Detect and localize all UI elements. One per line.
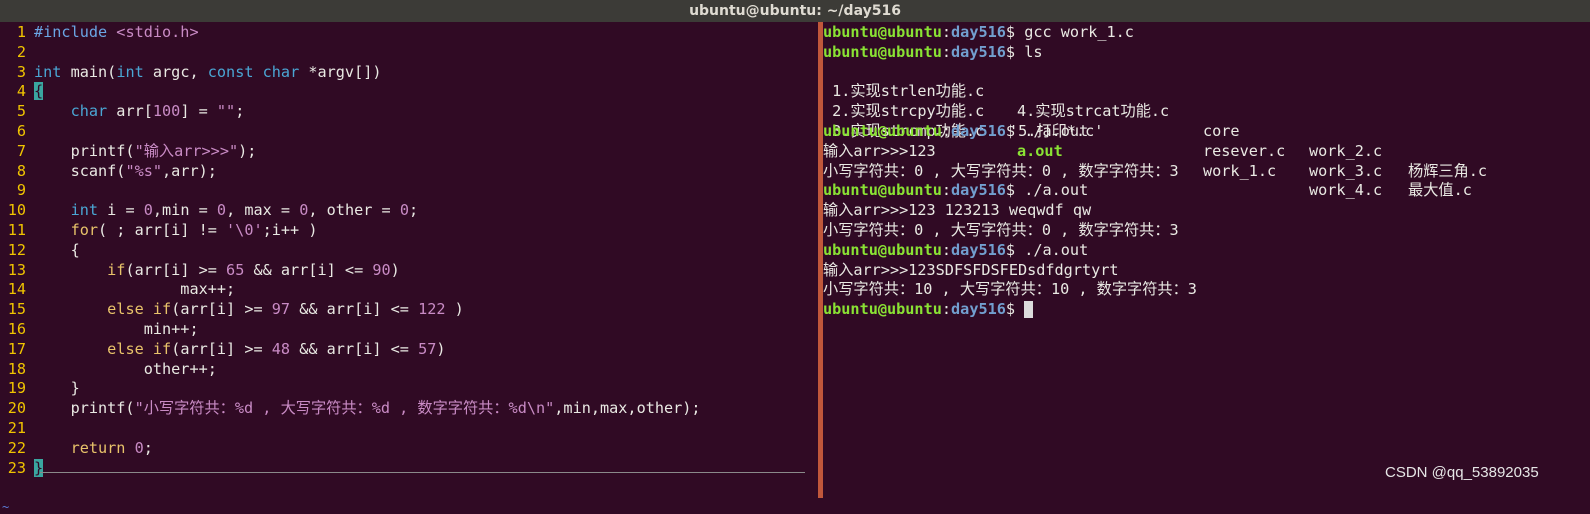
terminal-output: 输入arr>>>123 123213 weqwdf qw <box>823 201 1092 220</box>
terminal-line: ubuntu@ubuntu:day516$ ./a.out <box>823 122 1089 140</box>
line-number: 6 <box>16 122 26 140</box>
line-number: 10 <box>7 201 26 220</box>
line-number: 3 <box>16 62 26 81</box>
line-number: 14 <box>7 280 26 299</box>
terminal-output: 输入arr>>>123SDFSFDSFEDsdfdgrtyrt <box>823 260 1119 279</box>
window-title: ubuntu@ubuntu: ~/day516 <box>0 0 1590 22</box>
terminal-cursor <box>1024 301 1034 319</box>
code-line-17: 17 else if(arr[i] >= 48 && arr[i] <= 57) <box>0 340 446 360</box>
empty-buffer-tilde: ~ <box>2 500 10 514</box>
cursorline-underline <box>40 472 805 473</box>
line-number: 13 <box>7 260 26 279</box>
line-number: 18 <box>7 359 26 378</box>
terminal-pane[interactable]: ubuntu@ubuntu:day516$ gcc work_1.c ubunt… <box>823 22 1590 498</box>
terminal-output: 输入arr>>>123 <box>823 141 936 160</box>
code-line-7: 7 printf("输入arr>>>"); <box>0 141 257 162</box>
line-number: 5 <box>16 102 26 121</box>
code-line-16: 16 min++; <box>0 320 199 340</box>
matching-brace-highlight: { <box>34 82 44 101</box>
terminal-line: ubuntu@ubuntu:day516$ gcc work_1.c <box>823 23 1134 41</box>
code-line-14: 14 max++; <box>0 280 235 300</box>
line-number: 21 <box>7 419 26 437</box>
line-number: 23 <box>7 458 26 477</box>
line-number: 19 <box>7 379 26 398</box>
line-number: 11 <box>7 221 26 239</box>
terminal-output: 小写字符共：0 , 大写字符共：0 , 数字字符共：3 <box>823 161 1179 180</box>
line-number: 12 <box>7 240 26 259</box>
terminal-line: ubuntu@ubuntu:day516$ ls <box>823 42 1043 61</box>
line-number: 16 <box>7 320 26 338</box>
code-line-20: 20 printf("小写字符共：%d , 大写字符共：%d , 数字字符共：%… <box>0 399 701 419</box>
editor-cursor: } <box>34 458 44 477</box>
ls-output-row: 1.实现strlen功能.c 4.实现strcat功能.c core work_… <box>823 82 1488 180</box>
code-line-11: 11 for( ; arr[i] != '\0';i++ ) <box>0 221 318 241</box>
code-line-13: 13 if(arr[i] >= 65 && arr[i] <= 90) <box>0 261 400 281</box>
code-line-10: 10 int i = 0,min = 0, max = 0, other = 0… <box>0 201 418 221</box>
code-line-1: 1 #include <stdio.h> <box>0 23 199 43</box>
watermark: CSDN @qq_53892035 <box>1385 464 1539 481</box>
line-number: 9 <box>16 181 26 200</box>
code-line-22: 22 return 0; <box>0 439 153 459</box>
terminal-prompt-current[interactable]: ubuntu@ubuntu:day516$ <box>823 300 1034 320</box>
terminal-output: 小写字符共：0 , 大写字符共：0 , 数字字符共：3 <box>823 221 1179 239</box>
terminal-line: ubuntu@ubuntu:day516$ ./a.out <box>823 240 1089 259</box>
line-number: 15 <box>7 300 26 319</box>
terminal-line: ubuntu@ubuntu:day516$ ./a.out <box>823 181 1089 200</box>
code-line-21: 21 <box>0 419 26 439</box>
line-number: 22 <box>7 438 26 457</box>
code-line-15: 15 else if(arr[i] >= 97 && arr[i] <= 122… <box>0 300 464 320</box>
code-line-18: 18 other++; <box>0 360 217 380</box>
code-line-19: 19 } <box>0 379 80 399</box>
code-line-8: 8 scanf("%s",arr); <box>0 162 217 182</box>
line-number: 7 <box>16 141 26 160</box>
ls-output-row: 2.实现strcpy功能.c '5.打印*.c' resever.c work_… <box>823 102 1472 200</box>
line-number: 8 <box>16 161 26 180</box>
line-number: 20 <box>7 399 26 418</box>
code-line-2: 2 <box>0 43 26 63</box>
code-line-3: 3 int main(int argc, const char *argv[]) <box>0 63 382 83</box>
vim-editor-pane[interactable]: 1 #include <stdio.h> 2 3 int main(int argc… <box>0 22 818 514</box>
code-line-9: 9 <box>0 181 26 201</box>
line-number: 17 <box>7 339 26 358</box>
line-number: 1 <box>16 23 26 41</box>
code-line-12: 12 { <box>0 241 80 261</box>
line-number: 2 <box>16 42 26 61</box>
line-number: 4 <box>16 82 26 101</box>
code-line-23: 23} <box>0 458 44 479</box>
code-line-5: 5 char arr[100] = ""; <box>0 102 245 122</box>
ls-output-row: 3.实现strcmp功能.c a.out work_1.c work_4.c <box>823 121 1383 200</box>
code-line-6: 6 <box>0 122 26 142</box>
terminal-output: 小写字符共：10 , 大写字符共：10 , 数字字符共：3 <box>823 280 1197 299</box>
code-line-4: 4{ <box>0 82 44 102</box>
